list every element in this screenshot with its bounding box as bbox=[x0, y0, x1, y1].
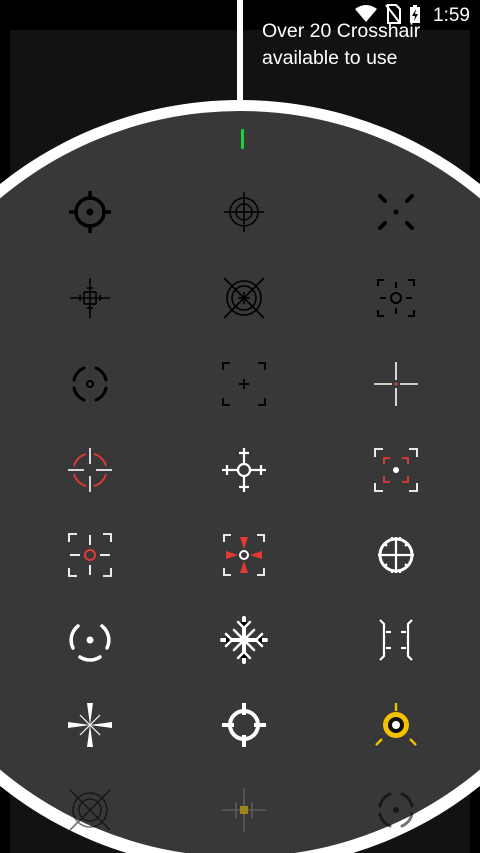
crosshair-faded-circle-icon[interactable] bbox=[366, 780, 426, 840]
crosshair-ring-ticks-icon[interactable] bbox=[214, 695, 274, 755]
screen: 1:59 Over 20 Crosshair available to use bbox=[0, 0, 480, 853]
crosshair-snowflake-icon[interactable] bbox=[214, 610, 274, 670]
crosshair-circle-bold-icon[interactable] bbox=[60, 182, 120, 242]
crosshair-star-burst-icon[interactable] bbox=[60, 695, 120, 755]
crosshair-red-bracket-icon[interactable] bbox=[366, 440, 426, 500]
crosshair-side-brackets-icon[interactable] bbox=[366, 610, 426, 670]
crosshair-thin-cross-icon[interactable] bbox=[366, 354, 426, 414]
crosshair-arc-dot-icon[interactable] bbox=[60, 610, 120, 670]
crosshair-red-ring-bracket-icon[interactable] bbox=[60, 525, 120, 585]
crosshair-x-circle-icon[interactable] bbox=[214, 268, 274, 328]
crosshair-snowflake-cross-icon[interactable] bbox=[214, 440, 274, 500]
crosshair-scope-thin-icon[interactable] bbox=[214, 182, 274, 242]
crosshair-bracket-dot-icon[interactable] bbox=[366, 268, 426, 328]
crosshair-red-broken-circle-icon[interactable] bbox=[60, 440, 120, 500]
crosshair-faded-x-icon[interactable] bbox=[60, 780, 120, 840]
crosshair-bracket-plus-icon[interactable] bbox=[214, 354, 274, 414]
crosshair-gear-icon[interactable] bbox=[366, 525, 426, 585]
crosshair-hatched-plus-icon[interactable] bbox=[60, 268, 120, 328]
crosshair-grid bbox=[0, 0, 480, 853]
crosshair-yellow-target-icon[interactable] bbox=[366, 695, 426, 755]
crosshair-faded-yellow-icon[interactable] bbox=[214, 780, 274, 840]
crosshair-broken-circle-icon[interactable] bbox=[60, 354, 120, 414]
crosshair-burst-dots-icon[interactable] bbox=[366, 182, 426, 242]
crosshair-red-arrows-icon[interactable] bbox=[214, 525, 274, 585]
